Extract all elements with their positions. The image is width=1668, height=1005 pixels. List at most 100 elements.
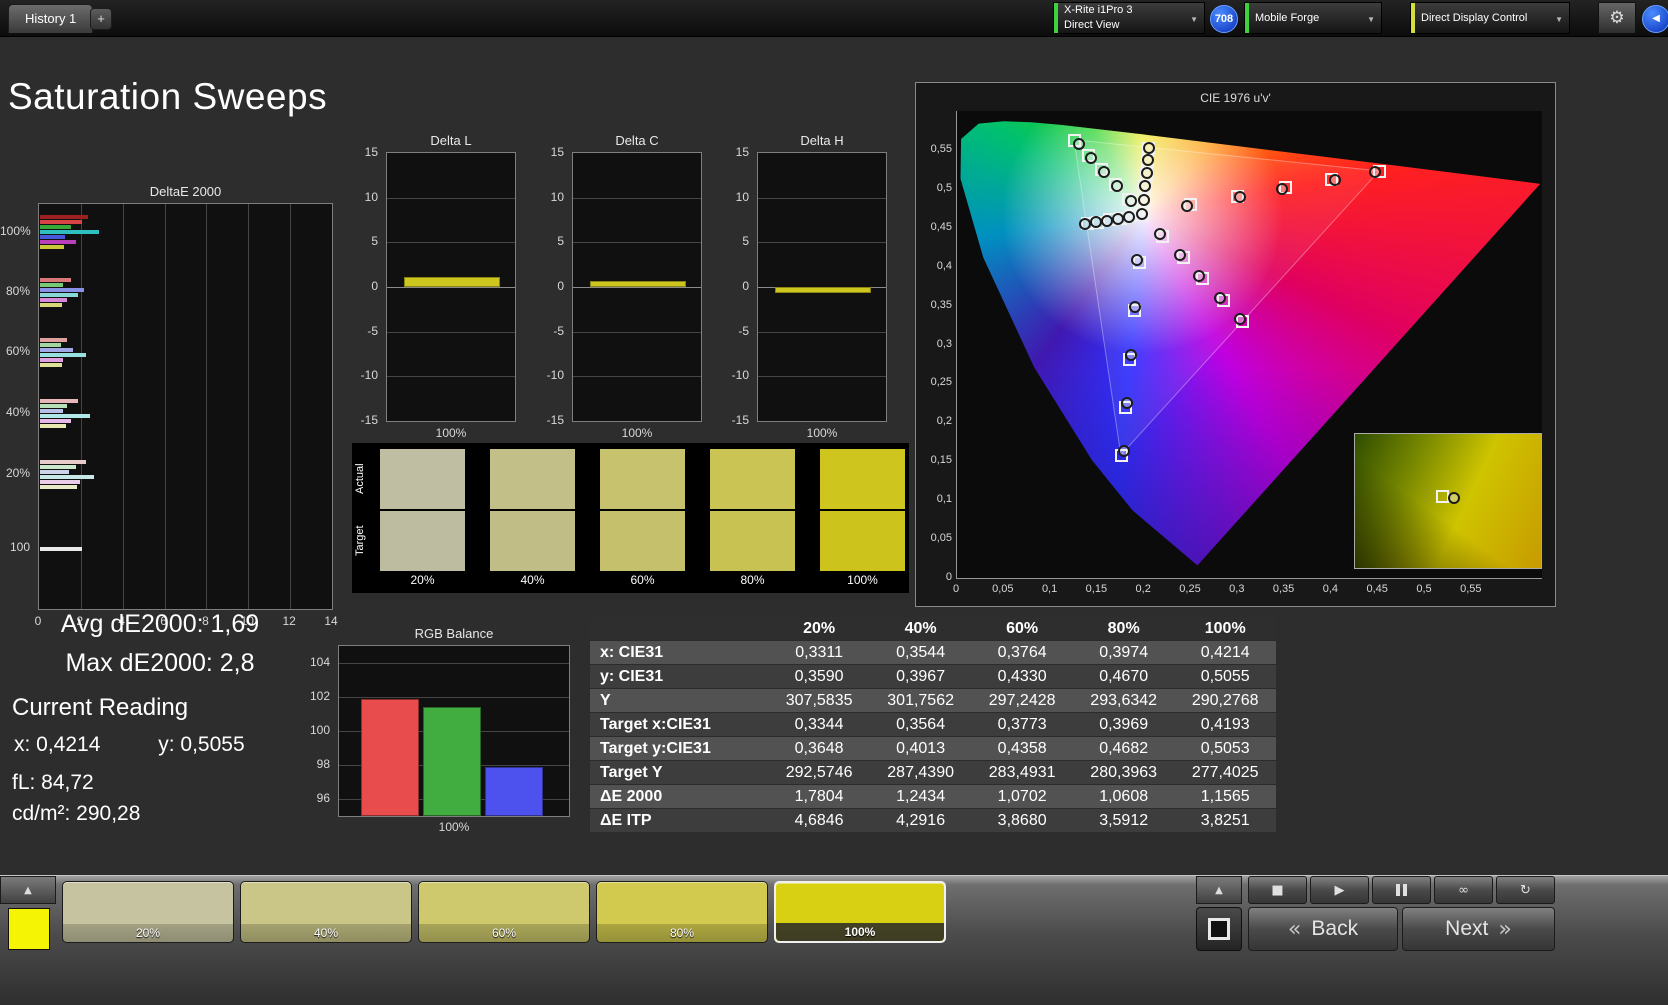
deltae-bar-group xyxy=(40,338,86,368)
rgb-balance-chart xyxy=(338,645,570,817)
deltae-bar xyxy=(40,215,88,219)
delta_c-x-label: 100% xyxy=(572,426,702,440)
axis-tick-label: 0,05 xyxy=(987,583,1019,595)
source-status-indicator xyxy=(1245,3,1249,33)
table-row: Y307,5835301,7562297,2428293,6342290,276… xyxy=(590,689,1276,713)
patch-button-80%[interactable]: 80% xyxy=(596,881,768,943)
grid-line xyxy=(290,204,291,609)
axis-tick-label: -15 xyxy=(352,413,378,427)
axis-tick-label: -10 xyxy=(352,368,378,382)
stop-button[interactable]: ■ xyxy=(1248,876,1307,904)
rgb-balance-title: RGB Balance xyxy=(338,626,570,641)
pause-button[interactable] xyxy=(1372,876,1431,904)
delta_h-bar xyxy=(775,287,871,293)
table-header-row: 20%40%60%80%100% xyxy=(590,617,1276,641)
current-patch-swatch xyxy=(8,908,50,950)
delta_l-bar xyxy=(404,277,500,287)
cie-measured-marker xyxy=(1276,183,1288,195)
deltae2000-y-axis: 100%80%60%40%20%100 xyxy=(0,203,34,610)
source-select[interactable]: Mobile Forge ▼ xyxy=(1244,2,1382,34)
table-cell: 292,5746 xyxy=(768,761,870,785)
next-button[interactable]: Next » xyxy=(1402,907,1555,951)
deltae-bar-group xyxy=(40,215,99,250)
grid-line xyxy=(758,332,886,333)
delta_h-chart xyxy=(757,152,887,422)
grid-line xyxy=(573,287,701,288)
axis-tick-label: 0,3 xyxy=(920,338,952,350)
axis-tick-label: 10 xyxy=(538,190,564,204)
top-bar: History 1 + X-Rite i1Pro 3 Direct View ▼… xyxy=(0,0,1668,37)
axis-tick-label: 0,2 xyxy=(1127,583,1159,595)
axis-tick-label: -15 xyxy=(538,413,564,427)
table-cell: 0,3590 xyxy=(768,665,870,689)
table-column-header: 20% xyxy=(768,617,870,641)
up-arrow-icon[interactable]: ▲ xyxy=(0,876,56,904)
deltae-bar xyxy=(40,338,67,342)
axis-tick-label: 0,55 xyxy=(920,143,952,155)
stop-large-button[interactable] xyxy=(1196,907,1242,951)
back-arrow-icon: « xyxy=(1288,917,1301,942)
meter-mode: Direct View xyxy=(1064,18,1132,33)
target-swatch xyxy=(380,511,465,571)
patch-button-60%[interactable]: 60% xyxy=(418,881,590,943)
table-cell: 280,3963 xyxy=(1073,761,1175,785)
application-window: History 1 + X-Rite i1Pro 3 Direct View ▼… xyxy=(0,0,1668,1005)
cie-measured-marker xyxy=(1214,292,1226,304)
current-fl: fL: 84,72 xyxy=(12,771,94,795)
cie-chart-panel: CIE 1976 u'v' 00,050,10,150,20,250,30,35… xyxy=(915,82,1556,607)
table-cell: 290,2768 xyxy=(1174,689,1276,713)
patch-button-100%[interactable]: 100% xyxy=(774,881,946,943)
deltae-bar xyxy=(40,480,80,484)
cie-zoom-inset xyxy=(1354,433,1542,569)
gear-icon[interactable]: ⚙ xyxy=(1598,2,1636,34)
table-cell: 0,4682 xyxy=(1073,737,1175,761)
history-tab[interactable]: History 1 xyxy=(8,4,93,33)
grid-line xyxy=(387,242,515,243)
chevron-down-icon: ▼ xyxy=(1190,15,1198,24)
back-button[interactable]: « Back xyxy=(1248,907,1398,951)
swatch-label: 20% xyxy=(380,573,465,587)
up-arrow-icon[interactable]: ▲ xyxy=(1196,876,1242,904)
deltae-bar xyxy=(40,363,62,367)
avg-de2000: Avg dE2000: 1,69 xyxy=(10,610,310,639)
add-tab-button[interactable]: + xyxy=(90,8,112,30)
refresh-icon: ↻ xyxy=(1520,883,1531,898)
axis-tick-label: 0,5 xyxy=(920,182,952,194)
target-swatch xyxy=(600,511,685,571)
delta_c-title: Delta C xyxy=(572,133,702,148)
collapse-arrow-icon[interactable]: ◀ xyxy=(1642,5,1668,33)
table-cell: 0,4214 xyxy=(1174,641,1276,665)
actual-swatch xyxy=(600,449,685,509)
deltae-bar xyxy=(40,293,78,297)
table-row-label: Target x:CIE31 xyxy=(590,713,768,737)
axis-tick-label: 5 xyxy=(352,234,378,248)
loop-button[interactable]: ∞ xyxy=(1434,876,1493,904)
table-cell: 0,4670 xyxy=(1073,665,1175,689)
refresh-button[interactable]: ↻ xyxy=(1496,876,1555,904)
table-row-label: x: CIE31 xyxy=(590,641,768,665)
deltae-bar xyxy=(40,424,66,428)
rgb-balance-x-label: 100% xyxy=(338,820,570,834)
rgb-balance-y-axis: 9698100102104 xyxy=(302,645,334,817)
deltae-bar-group xyxy=(40,278,84,308)
meter-select[interactable]: X-Rite i1Pro 3 Direct View ▼ xyxy=(1053,2,1205,34)
deltae-bar xyxy=(40,414,90,418)
patch-count-badge[interactable]: 708 xyxy=(1210,5,1238,33)
table-cell: 0,5055 xyxy=(1174,665,1276,689)
grid-line xyxy=(758,242,886,243)
axis-tick-label: 60% xyxy=(0,344,30,358)
color-compare-panel: Actual Target 20%40%60%80%100% xyxy=(352,443,909,593)
display-control-select[interactable]: Direct Display Control ▼ xyxy=(1410,2,1570,34)
table-cell: 0,3544 xyxy=(870,641,972,665)
current-reading-xy: x: 0,4214 y: 0,5055 xyxy=(14,733,245,757)
delta_c-bar xyxy=(590,281,686,287)
grid-line xyxy=(573,332,701,333)
patch-button-20%[interactable]: 20% xyxy=(62,881,234,943)
deltae-bar xyxy=(40,404,67,408)
play-button[interactable]: ▶ xyxy=(1310,876,1369,904)
deltae-bar xyxy=(40,278,71,282)
table-cell: 0,3764 xyxy=(971,641,1073,665)
patch-button-40%[interactable]: 40% xyxy=(240,881,412,943)
axis-tick-label: 20% xyxy=(0,466,30,480)
deltae-bar xyxy=(40,348,73,352)
